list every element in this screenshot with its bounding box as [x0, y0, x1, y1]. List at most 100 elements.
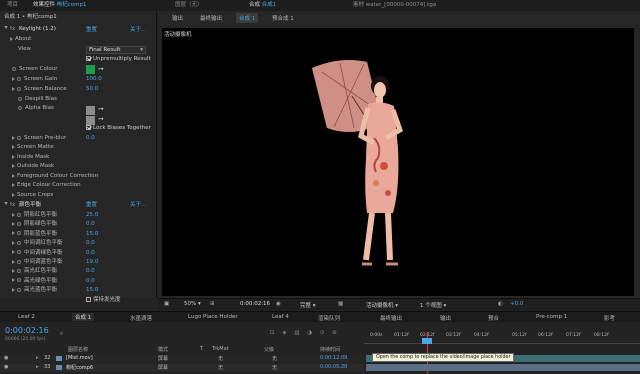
expand-arrow-icon[interactable] [4, 202, 8, 207]
param-value[interactable]: 19.0 [86, 258, 98, 268]
woman-with-parasol[interactable] [162, 28, 634, 296]
playhead-handle[interactable] [422, 338, 432, 344]
lock-biases-checkbox[interactable] [86, 125, 91, 130]
column-layer-name[interactable]: 图层名称 [68, 346, 88, 353]
stopwatch-icon[interactable] [17, 240, 21, 245]
camera-dropdown[interactable]: 活动摄像机 ▾ [366, 301, 398, 309]
nav-comp-1[interactable]: 合成 1 [236, 13, 259, 23]
stopwatch-icon[interactable] [17, 135, 21, 140]
view-dropdown[interactable]: Final Result ▾ [86, 46, 146, 54]
layer-row[interactable]: ● ▸ 33 枸杞comp6 屏幕 无 无 0:00:05:20 [0, 364, 364, 372]
tab-project[interactable]: 项目 [4, 0, 21, 11]
stopwatch-icon[interactable] [12, 66, 16, 71]
color-balance-reset-button[interactable]: 重置 [86, 201, 97, 211]
stopwatch-icon[interactable] [18, 96, 22, 101]
eyedropper-icon[interactable]: ➙ [98, 65, 104, 73]
preserve-luminosity-checkbox[interactable] [86, 297, 91, 302]
expand-arrow-icon[interactable] [12, 163, 15, 168]
group-screen-matte[interactable]: Screen Matte [12, 143, 53, 153]
layer-trkmat[interactable]: 无 [218, 355, 223, 362]
unpremultiply-checkbox[interactable] [86, 56, 91, 61]
expand-arrow-icon[interactable] [12, 287, 15, 292]
param-value[interactable]: 15.0 [86, 230, 98, 240]
viewer-timecode[interactable]: 0:00:02:16 [240, 301, 270, 307]
tab-composition[interactable]: 合成 合成1 [246, 0, 279, 11]
expand-arrow-icon[interactable] [12, 182, 15, 187]
keylight-header[interactable]: fx Keylight (1.2) [4, 25, 56, 35]
expand-arrow-icon[interactable] [12, 192, 15, 197]
timeline-tool-icons[interactable]: ⊡ ◈ ▥ ◑ ⊙ ⊘ [270, 330, 340, 336]
stopwatch-icon[interactable] [17, 231, 21, 236]
nav-precomp-1[interactable]: 预合成 1 [272, 14, 294, 22]
keylight-reset-button[interactable]: 重置 [86, 26, 97, 36]
screen-preblur-value[interactable]: 0.0 [86, 134, 95, 144]
timeline-tab[interactable]: 输出 [440, 314, 451, 322]
stopwatch-icon[interactable] [17, 268, 21, 273]
column-trkmat[interactable]: TrkMat [212, 346, 229, 352]
grid-icon[interactable]: ⊞ [210, 301, 215, 307]
layer-name[interactable]: [Mist.mov] [66, 355, 93, 361]
timeline-tab[interactable]: Leaf 4 [272, 314, 289, 320]
timeline-tab[interactable]: Pre-comp 1 [536, 314, 567, 320]
quality-dropdown[interactable]: 完整 ▾ [300, 301, 316, 309]
zoom-dropdown[interactable]: 50% ▾ [184, 301, 201, 307]
eye-icon[interactable]: ● [4, 355, 8, 361]
time-ruler[interactable]: 0:00s 01:12f 02:12f 03:12f 04:12f 05:12f… [364, 332, 640, 344]
stopwatch-icon[interactable] [17, 278, 21, 283]
snapshot-icon[interactable]: ◉ [276, 301, 281, 307]
timeline-tab[interactable]: Leaf 2 [18, 314, 35, 320]
search-icon[interactable]: ⌕ [60, 331, 63, 338]
nav-output[interactable]: 输出 [172, 14, 183, 22]
column-duration[interactable]: 持续时间 [320, 346, 340, 353]
layer-row[interactable]: ● ▸ 32 [Mist.mov] 屏幕 无 无 0:00:12:09 [0, 355, 364, 363]
timeline-tab[interactable]: 水墨滴落 [130, 314, 152, 322]
column-parent[interactable]: 父级 [264, 346, 274, 353]
expand-arrow-icon[interactable] [12, 221, 15, 226]
layer-mode[interactable]: 屏幕 [158, 364, 168, 371]
expand-arrow-icon[interactable] [12, 86, 15, 91]
collapse-arrow-icon[interactable] [10, 36, 13, 41]
timeline-tab-active[interactable]: 合成 1 [72, 313, 95, 321]
screen-balance-value[interactable]: 50.0 [86, 85, 98, 95]
exposure-icon[interactable]: ◐ [498, 301, 503, 307]
unpremultiply-row[interactable]: Unpremultiply Result [86, 55, 151, 65]
eyedropper-icon[interactable]: ➙ [98, 115, 104, 123]
screen-colour-swatch[interactable] [86, 65, 95, 74]
layer-mode[interactable]: 屏幕 [158, 355, 168, 362]
lock-biases-row[interactable]: Lock Biases Together [86, 124, 151, 134]
expand-arrow-icon[interactable] [12, 231, 15, 236]
group-source-crops[interactable]: Source Crops [12, 191, 53, 201]
layer-parent[interactable]: 无 [272, 355, 277, 362]
group-outside-mask[interactable]: Outside Mask [12, 162, 54, 172]
exposure-value[interactable]: +0.0 [510, 301, 523, 307]
expand-arrow-icon[interactable] [12, 173, 15, 178]
stopwatch-icon[interactable] [17, 250, 21, 255]
always-preview-icon[interactable]: ▣ [164, 301, 169, 307]
stopwatch-icon[interactable] [17, 221, 21, 226]
expand-arrow-icon[interactable]: ▸ [36, 355, 39, 361]
layer-parent[interactable]: 无 [272, 364, 277, 371]
param-value[interactable]: 0.0 [86, 220, 95, 230]
screen-gain-value[interactable]: 100.0 [86, 75, 102, 85]
color-balance-about-button[interactable]: 关于... [130, 201, 146, 211]
param-value[interactable]: 0.0 [86, 267, 95, 277]
stopwatch-icon[interactable] [17, 287, 21, 292]
param-value[interactable]: 25.0 [86, 211, 98, 221]
layer-duration[interactable]: 0:00:12:09 [320, 355, 347, 361]
layer-bar[interactable] [366, 364, 640, 371]
column-t[interactable]: T [200, 346, 203, 352]
expand-arrow-icon[interactable] [12, 135, 15, 140]
expand-arrow-icon[interactable] [12, 144, 15, 149]
region-icon[interactable]: ▦ [338, 301, 343, 307]
expand-arrow-icon[interactable] [12, 259, 15, 264]
stopwatch-icon[interactable] [17, 212, 21, 217]
color-balance-header[interactable]: fx 颜色平衡 [4, 201, 41, 211]
expand-arrow-icon[interactable] [12, 154, 15, 159]
expand-arrow-icon[interactable] [12, 76, 15, 81]
layer-name[interactable]: 枸杞comp6 [66, 364, 93, 371]
nav-final-output[interactable]: 最终输出 [200, 14, 222, 22]
timeline-timecode[interactable]: 0:00:02:16 [5, 326, 49, 335]
layer-duration[interactable]: 0:00:05:20 [320, 364, 347, 370]
about-row[interactable]: About [10, 35, 31, 45]
composition-canvas[interactable]: 活动摄像机 [162, 28, 634, 296]
